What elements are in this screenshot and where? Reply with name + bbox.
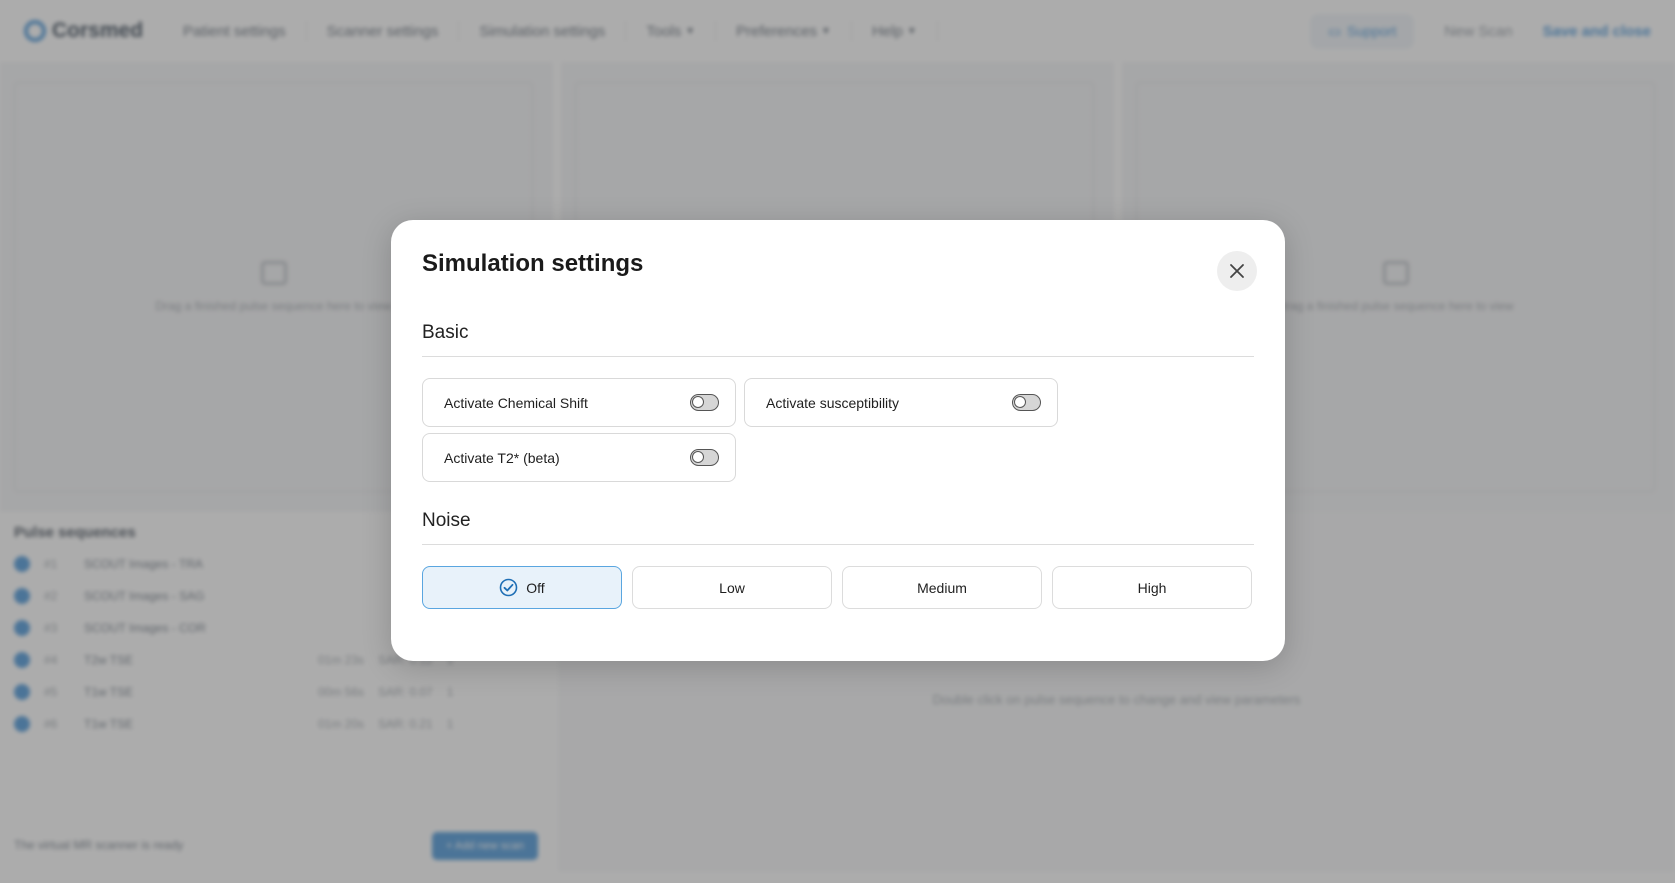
toggle-label: Activate susceptibility — [766, 394, 900, 411]
noise-option-label: Medium — [917, 579, 967, 596]
susceptibility-setting[interactable]: Activate susceptibility — [744, 378, 1058, 427]
noise-off-button[interactable]: Off — [422, 566, 622, 609]
toggle-knob — [692, 451, 704, 463]
noise-section-title: Noise — [422, 510, 471, 531]
chemical-shift-toggle[interactable] — [690, 394, 719, 411]
section-divider — [422, 544, 1254, 545]
section-divider — [422, 356, 1254, 357]
toggle-knob — [692, 396, 704, 408]
noise-option-label: High — [1137, 579, 1167, 596]
dialog-title: Simulation settings — [422, 250, 644, 277]
basic-section-title: Basic — [422, 322, 469, 343]
toggle-label: Activate T2* (beta) — [444, 449, 560, 466]
noise-option-label: Off — [526, 579, 545, 596]
noise-high-button[interactable]: High — [1052, 566, 1252, 609]
toggle-knob — [1014, 396, 1026, 408]
noise-option-label: Low — [719, 579, 745, 596]
susceptibility-toggle[interactable] — [1012, 394, 1041, 411]
check-circle-icon — [499, 578, 518, 597]
t2-star-toggle[interactable] — [690, 449, 719, 466]
chemical-shift-setting[interactable]: Activate Chemical Shift — [422, 378, 736, 427]
noise-low-button[interactable]: Low — [632, 566, 832, 609]
noise-medium-button[interactable]: Medium — [842, 566, 1042, 609]
t2-star-setting[interactable]: Activate T2* (beta) — [422, 433, 736, 482]
close-button[interactable] — [1217, 251, 1257, 291]
close-icon — [1230, 264, 1244, 278]
simulation-settings-dialog: Simulation settings Basic Activate Chemi… — [391, 220, 1285, 661]
toggle-label: Activate Chemical Shift — [444, 394, 588, 411]
